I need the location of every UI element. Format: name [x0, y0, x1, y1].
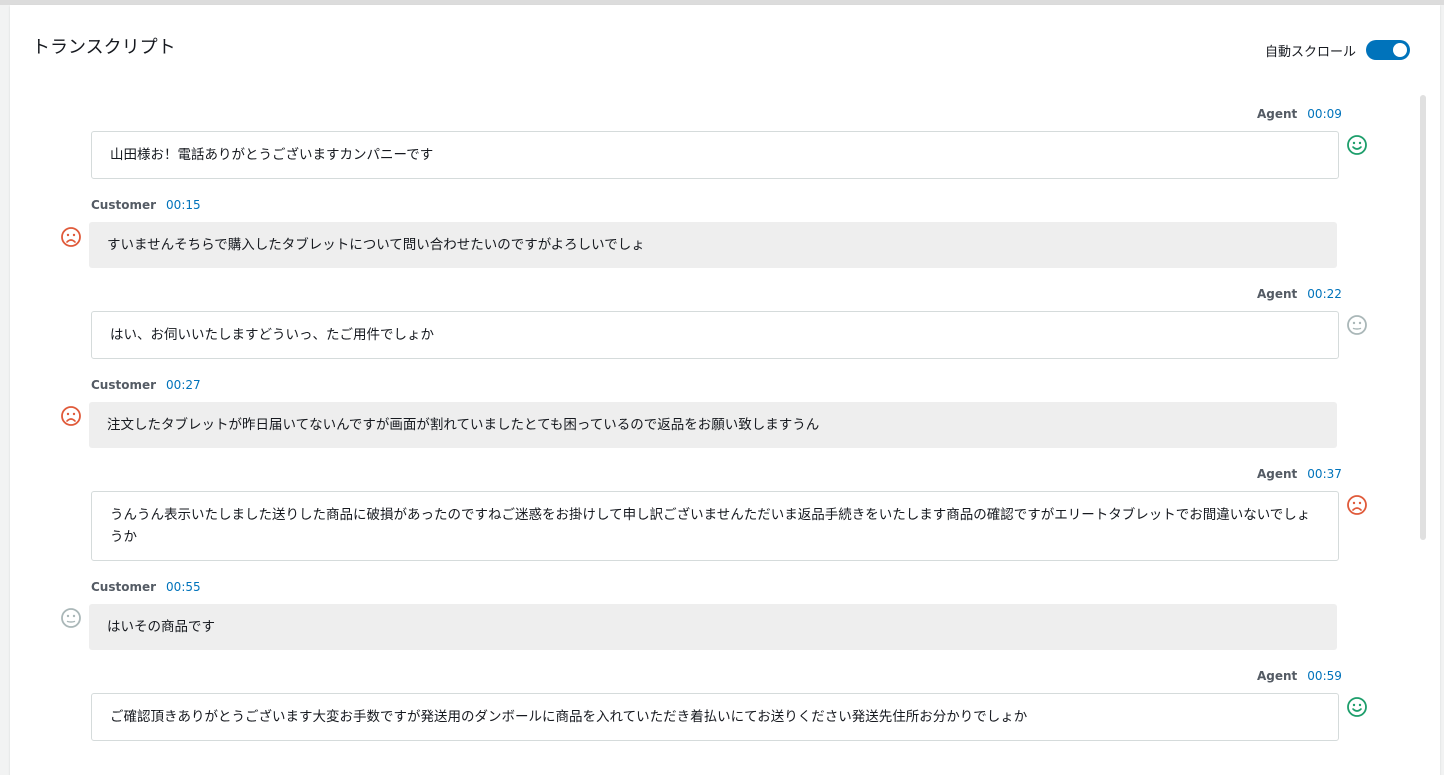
timestamp: 00:37: [1307, 467, 1342, 481]
message-meta: Agent 00:37: [1257, 467, 1342, 481]
page-title: トランスクリプト: [32, 37, 176, 58]
message-meta: Customer 00:27: [91, 378, 201, 392]
message-text: うんうん表示いたしました送りした商品に破損があったのですねご迷惑をお掛けして申し…: [110, 507, 1311, 545]
transcript-panel: トランスクリプト 自動スクロール Agent 00:09 山田様お！電話ありがとう…: [10, 5, 1440, 775]
customer-message: はいその商品です: [89, 604, 1337, 650]
autoscroll-label: 自動スクロール: [1264, 44, 1356, 60]
timestamp: 00:27: [166, 378, 201, 392]
speaker-name: Agent: [1257, 467, 1298, 481]
message-meta: Agent 00:59: [1257, 669, 1342, 683]
timestamp: 00:09: [1307, 107, 1342, 121]
timestamp: 00:22: [1307, 287, 1342, 301]
timestamp: 00:15: [166, 198, 201, 212]
message-text: すいませんそちらで購入したタブレットについて問い合わせたいのですがよろしいでしょ: [107, 237, 645, 253]
message-text: はいその商品です: [107, 619, 215, 635]
toggle-knob: [1393, 43, 1407, 57]
message-meta: Customer 00:15: [91, 198, 201, 212]
message-meta: Agent 00:09: [1257, 107, 1342, 121]
speaker-name: Customer: [91, 580, 157, 594]
message-text: 注文したタブレットが昨日届いてないんですが画面が割れていましたとても困っているの…: [107, 417, 820, 433]
scrollbar[interactable]: [1420, 95, 1426, 540]
speaker-name: Agent: [1257, 669, 1298, 683]
message-meta: Customer 00:55: [91, 580, 201, 594]
autoscroll-control: 自動スクロール: [1265, 40, 1410, 60]
negative-frown-icon: [60, 405, 82, 427]
agent-message: うんうん表示いたしました送りした商品に破損があったのですねご迷惑をお掛けして申し…: [91, 491, 1339, 561]
speaker-name: Agent: [1257, 287, 1298, 301]
timestamp: 00:59: [1307, 669, 1342, 683]
positive-smile-icon: [1346, 696, 1368, 718]
agent-message: 山田様お！電話ありがとうございますカンパニーです: [91, 131, 1339, 179]
customer-message: すいませんそちらで購入したタブレットについて問い合わせたいのですがよろしいでしょ: [89, 222, 1337, 268]
speaker-name: Customer: [91, 198, 157, 212]
message-text: ご確認頂きありがとうございます大変お手数ですが発送用のダンボールに商品を入れてい…: [110, 709, 1028, 725]
neutral-face-icon: [1346, 314, 1368, 336]
neutral-face-icon: [60, 607, 82, 629]
positive-smile-icon: [1346, 134, 1368, 156]
message-text: 山田様お！電話ありがとうございますカンパニーです: [110, 147, 434, 163]
message-text: はい、お伺いいたしますどういっ、たご用件でしょか: [110, 327, 434, 343]
negative-frown-icon: [60, 226, 82, 248]
speaker-name: Customer: [91, 378, 157, 392]
agent-message: ご確認頂きありがとうございます大変お手数ですが発送用のダンボールに商品を入れてい…: [91, 693, 1339, 741]
customer-message: 注文したタブレットが昨日届いてないんですが画面が割れていましたとても困っているの…: [89, 402, 1337, 448]
message-meta: Agent 00:22: [1257, 287, 1342, 301]
agent-message: はい、お伺いいたしますどういっ、たご用件でしょか: [91, 311, 1339, 359]
timestamp: 00:55: [166, 580, 201, 594]
autoscroll-toggle[interactable]: [1366, 40, 1410, 60]
speaker-name: Agent: [1257, 107, 1298, 121]
negative-frown-icon: [1346, 494, 1368, 516]
